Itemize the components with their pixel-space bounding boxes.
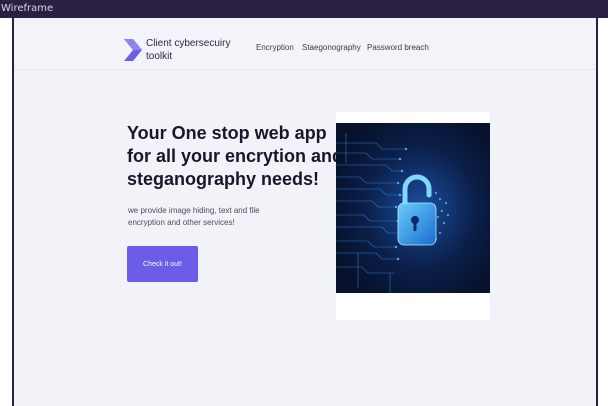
hero-illustration-card [336, 112, 490, 320]
nav-link-encryption[interactable]: Encryption [256, 43, 294, 52]
chevron-logo-icon[interactable] [124, 39, 142, 61]
window-title: Wireframe [1, 3, 54, 14]
nav-link-steganography[interactable]: Staegonography [302, 43, 361, 52]
hero-subtitle: we provide image hiding, text and file e… [128, 206, 260, 227]
hero-title: Your One stop web app for all your encry… [127, 123, 344, 189]
window-frame: Wireframe Client cybersecuiry toolkit En… [0, 0, 608, 406]
nav-link-password-breach[interactable]: Password breach [367, 43, 429, 52]
window-titlebar: Wireframe [0, 0, 608, 18]
brand-name[interactable]: Client cybersecuiry toolkit [146, 37, 246, 63]
frame-border-right [596, 18, 598, 406]
page: Client cybersecuiry toolkit Encryption S… [14, 18, 596, 406]
check-it-out-button[interactable]: Check it out! [127, 246, 198, 282]
site-header: Client cybersecuiry toolkit Encryption S… [14, 18, 596, 70]
padlock-illustration [336, 123, 490, 293]
